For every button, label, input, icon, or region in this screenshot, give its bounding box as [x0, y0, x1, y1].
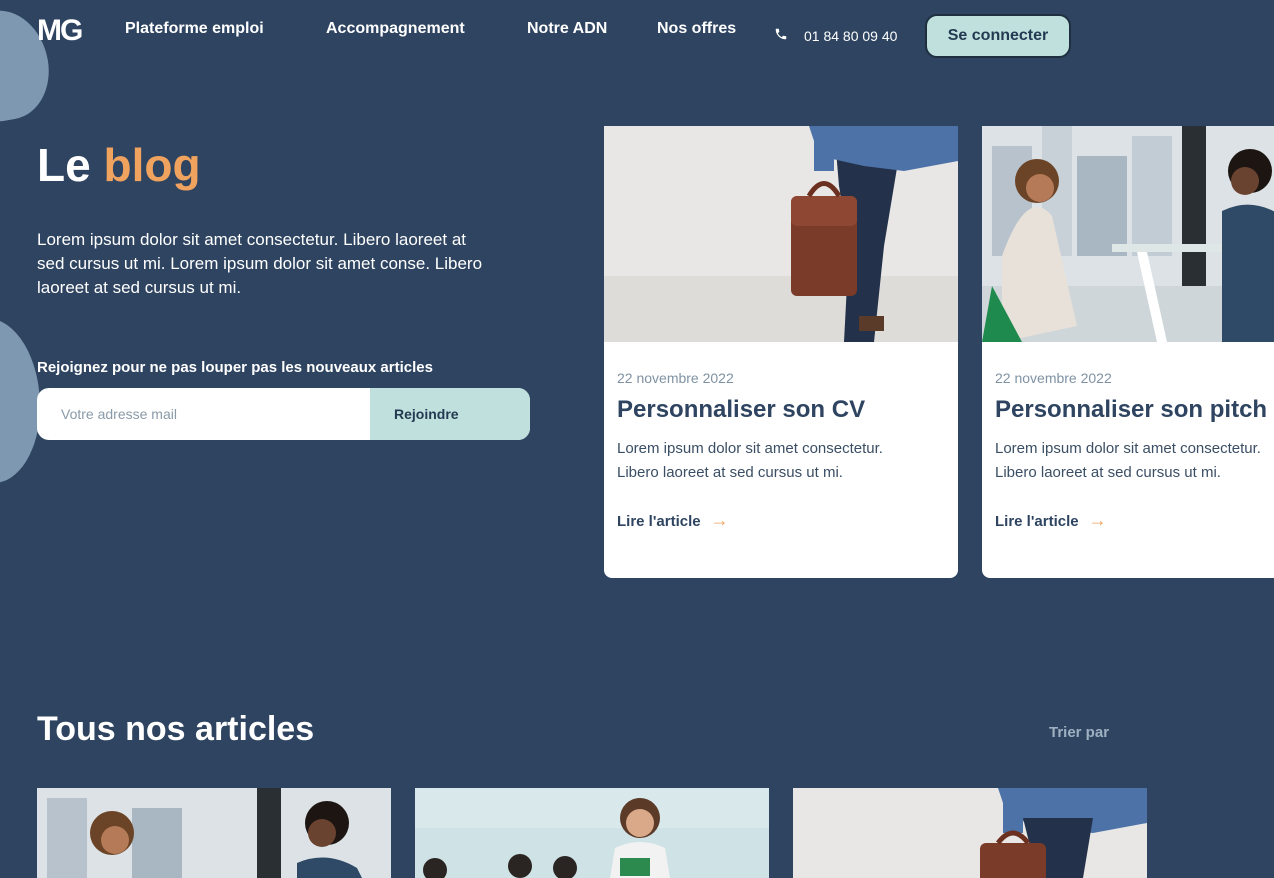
article-excerpt-line: Libero laoreet at sed cursus ut mi.	[995, 464, 1221, 481]
newsletter-label: Rejoignez pour ne pas louper pas les nou…	[37, 359, 433, 376]
article-title[interactable]: Personnaliser son CV	[617, 396, 865, 424]
article-date: 22 novembre 2022	[995, 370, 1112, 386]
nav-link-plateforme-emploi[interactable]: Plateforme emploi	[125, 20, 264, 38]
article-excerpt-line: Lorem ipsum dolor sit amet consectetur.	[617, 440, 883, 457]
phone-number: 01 84 80 09 40	[804, 28, 898, 44]
decorative-blob	[0, 318, 40, 483]
article-date: 22 novembre 2022	[617, 370, 734, 386]
arrow-right-icon: →	[710, 510, 729, 530]
newsletter-form: Rejoindre	[37, 388, 530, 440]
article-title[interactable]: Personnaliser son pitch	[995, 396, 1267, 424]
phone-icon	[774, 27, 792, 44]
hero-description: Lorem ipsum dolor sit amet consectetur. …	[37, 230, 483, 297]
article-thumbnail-team[interactable]	[415, 788, 769, 878]
email-input[interactable]	[37, 388, 370, 440]
article-excerpt-line: Lorem ipsum dolor sit amet consectetur.	[995, 440, 1261, 457]
nav-link-accompagnement[interactable]: Accompagnement	[326, 20, 465, 38]
title-accent: blog	[103, 139, 201, 191]
section-title-all-articles: Tous nos articles	[37, 710, 315, 748]
phone-contact[interactable]: 01 84 80 09 40	[774, 27, 897, 44]
join-button[interactable]: Rejoindre	[370, 388, 530, 440]
nav-link-notre-adn[interactable]: Notre ADN	[527, 20, 607, 38]
article-image-meeting	[982, 126, 1274, 342]
article-image-briefcase	[604, 126, 958, 342]
article-excerpt: Lorem ipsum dolor sit amet consectetur. …	[617, 437, 957, 485]
article-excerpt-line: Libero laoreet at sed cursus ut mi.	[617, 464, 843, 481]
article-card[interactable]: 22 novembre 2022 Personnaliser son CV Lo…	[604, 126, 958, 578]
arrow-right-icon: →	[1088, 510, 1107, 530]
article-card[interactable]: 22 novembre 2022 Personnaliser son pitch…	[982, 126, 1274, 578]
title-part: Le	[37, 139, 104, 191]
read-article-link[interactable]: Lire l'article →	[617, 510, 729, 531]
login-button[interactable]: Se connecter	[925, 14, 1071, 58]
page-title: Le blog	[37, 138, 201, 192]
sort-dropdown[interactable]: Trier par	[1049, 724, 1109, 741]
logo[interactable]: MG	[37, 14, 83, 48]
article-thumbnail-briefcase[interactable]	[793, 788, 1147, 878]
read-article-label: Lire l'article	[995, 513, 1079, 530]
read-article-label: Lire l'article	[617, 513, 701, 530]
read-article-link[interactable]: Lire l'article →	[995, 510, 1107, 531]
nav-link-nos-offres[interactable]: Nos offres	[657, 20, 736, 38]
top-nav: MG Plateforme emploi Accompagnement Notr…	[0, 0, 1274, 70]
article-thumbnail-meeting[interactable]	[37, 788, 391, 878]
article-excerpt: Lorem ipsum dolor sit amet consectetur. …	[995, 437, 1274, 485]
